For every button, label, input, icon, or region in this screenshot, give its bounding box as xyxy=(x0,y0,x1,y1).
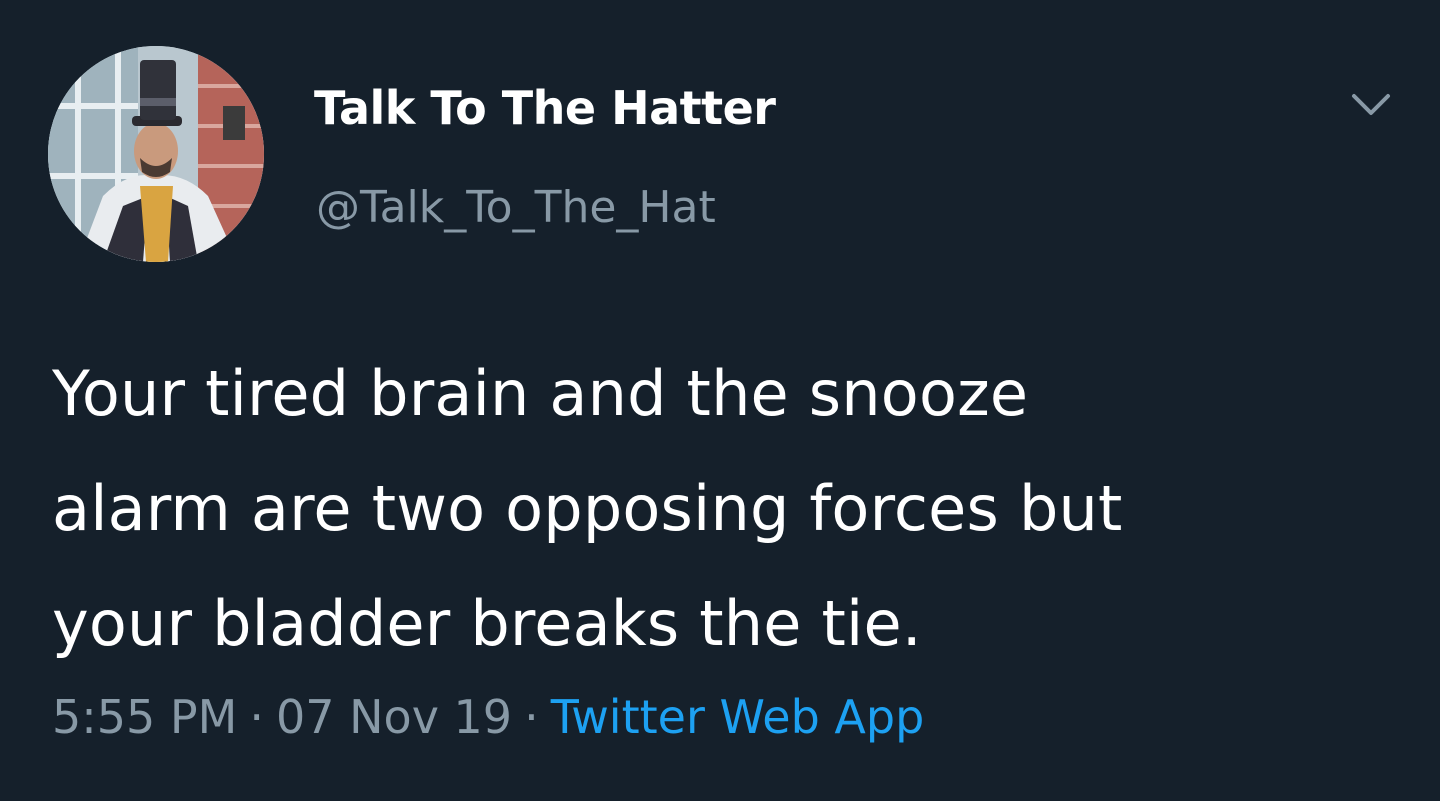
chevron-down-icon xyxy=(1352,94,1390,115)
tweet-text-line: your bladder breaks the tie. xyxy=(52,587,922,660)
avatar-image-icon xyxy=(48,46,264,262)
tweet-source-link[interactable]: Twitter Web App xyxy=(551,690,925,744)
separator-dot: · xyxy=(249,690,264,744)
tweet-text: Your tired brain and the snooze alarm ar… xyxy=(52,336,1412,681)
tweet-text-line: alarm are two opposing forces but xyxy=(52,472,1123,545)
tweet-time[interactable]: 5:55 PM xyxy=(52,690,237,744)
tweet-text-line: Your tired brain and the snooze xyxy=(52,357,1029,430)
user-handle[interactable]: @Talk_To_The_Hat xyxy=(316,180,716,236)
tweet-meta: 5:55 PM · 07 Nov 19 · Twitter Web App xyxy=(52,686,924,748)
display-name[interactable]: Talk To The Hatter xyxy=(314,78,776,138)
tweet-menu-button[interactable] xyxy=(1348,86,1394,122)
separator-dot: · xyxy=(524,690,539,744)
avatar[interactable] xyxy=(48,46,264,262)
tweet-card: Talk To The Hatter @Talk_To_The_Hat Your… xyxy=(0,0,1440,801)
tweet-date[interactable]: 07 Nov 19 xyxy=(276,690,512,744)
